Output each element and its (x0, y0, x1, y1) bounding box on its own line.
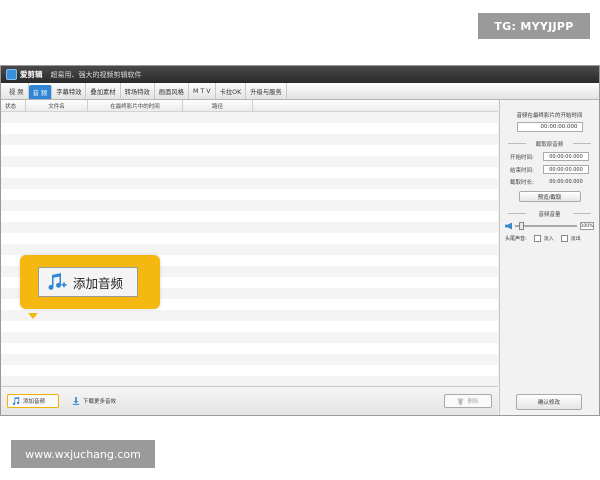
tab-karaoke[interactable]: 卡拉OK (216, 83, 247, 99)
table-row (1, 178, 498, 189)
fade-in-checkbox[interactable] (533, 235, 541, 242)
table-row (1, 321, 498, 332)
music-note-icon (12, 397, 20, 405)
table-row (1, 332, 498, 343)
table-row (1, 233, 498, 244)
table-row (1, 211, 498, 222)
table-row (1, 343, 498, 354)
app-subtitle: 超易用、强大的视频剪辑软件 (50, 70, 142, 79)
start-time-in-movie-field[interactable]: 00:00:00.000 (516, 122, 583, 132)
app-logo-icon (6, 69, 17, 80)
tab-upgrade-service[interactable]: 升级与服务 (246, 83, 287, 99)
download-more-effects-button[interactable]: 下载更多音效 (67, 394, 129, 408)
callout-add-audio-button[interactable]: 添加音频 (38, 267, 138, 297)
fade-out-label: 淡出 (570, 236, 581, 242)
trash-icon (458, 398, 464, 405)
volume-slider[interactable] (515, 222, 577, 230)
column-time-in-movie[interactable]: 在最终影片中的时间 (88, 100, 183, 111)
callout-pointer (28, 313, 38, 319)
table-row (1, 222, 498, 233)
title-bar: 爱剪辑 超易用、强大的视频剪辑软件 (1, 66, 599, 83)
clip-audio-heading: 截取原音频 (500, 140, 599, 148)
table-row (1, 156, 498, 167)
clip-end-label: 结束时间: (510, 167, 534, 174)
preview-clip-button[interactable]: 预览/截取 (518, 191, 581, 202)
clip-duration-row: 截取时长: 00:00:00.000 (500, 178, 599, 186)
add-audio-button[interactable]: 添加音频 (7, 394, 59, 408)
bottom-toolbar: 添加音频 下载更多音效 删除 (1, 386, 498, 415)
clip-end-field[interactable]: 00:00:00.000 (543, 165, 589, 174)
fade-out-checkbox[interactable] (560, 235, 568, 242)
column-path[interactable]: 路径 (183, 100, 253, 111)
table-row (1, 310, 498, 321)
fade-row: 头尾声音: 淡入 淡出 (500, 235, 599, 242)
table-row (1, 112, 498, 123)
delete-label: 删除 (467, 399, 479, 405)
tab-picture-style[interactable]: 画面风格 (155, 83, 189, 99)
volume-heading: 音频音量 (500, 210, 599, 218)
app-name: 爱剪辑 (20, 70, 43, 79)
volume-row: 100% (500, 222, 599, 230)
table-row (1, 134, 498, 145)
volume-percent[interactable]: 100% (580, 222, 594, 230)
fade-label: 头尾声音: (505, 236, 527, 242)
tab-audio[interactable]: 音 频 (28, 85, 53, 99)
main-tabs: 视 频 音 频 字幕特效 叠加素材 转场特效 画面风格 M T V 卡拉OK 升… (1, 83, 599, 100)
add-audio-label: 添加音频 (23, 399, 46, 405)
column-filename[interactable]: 文件名 (26, 100, 88, 111)
download-more-label: 下载更多音效 (83, 399, 117, 405)
callout-label: 添加音频 (73, 275, 124, 291)
tab-mtv[interactable]: M T V (189, 83, 216, 99)
table-row (1, 244, 498, 255)
tab-video[interactable]: 视 频 (5, 83, 29, 99)
table-row (1, 167, 498, 178)
clip-start-field[interactable]: 00:00:00.000 (543, 152, 589, 161)
add-audio-callout: 添加音频 (20, 255, 160, 309)
table-row (1, 145, 498, 156)
clip-duration-value: 00:00:00.000 (549, 179, 583, 185)
tab-overlay-materials[interactable]: 叠加素材 (86, 83, 121, 99)
app-window: 爱剪辑 超易用、强大的视频剪辑软件 视 频 音 频 字幕特效 叠加素材 转场特效… (0, 65, 600, 416)
volume-slider-handle[interactable] (518, 222, 524, 230)
fade-in-label: 淡入 (543, 236, 554, 242)
column-status[interactable]: 状态 (1, 100, 26, 111)
table-row (1, 365, 498, 376)
confirm-changes-button[interactable]: 确认修改 (516, 394, 582, 410)
table-row (1, 189, 498, 200)
audio-table-body[interactable] (1, 112, 498, 387)
clip-start-row: 开始时间: 00:00:00.000 (500, 152, 599, 161)
clip-end-row: 结束时间: 00:00:00.000 (500, 165, 599, 174)
table-row (1, 354, 498, 365)
download-icon (72, 397, 80, 405)
watermark-bottom: www.wxjuchang.com (11, 440, 155, 468)
speaker-icon (505, 222, 512, 230)
clip-start-label: 开始时间: (510, 154, 534, 161)
table-row (1, 200, 498, 211)
tab-transitions[interactable]: 转场特效 (121, 83, 155, 99)
clip-duration-label: 截取时长: (510, 180, 534, 186)
watermark-top: TG: MYYJJPP (478, 13, 590, 39)
delete-button[interactable]: 删除 (444, 394, 492, 408)
table-header: 状态 文件名 在最终影片中的时间 路径 (1, 100, 498, 112)
table-row (1, 123, 498, 134)
start-time-title: 音频在最终影片的开始时间 (516, 113, 583, 119)
tab-subtitle-effects[interactable]: 字幕特效 (52, 83, 87, 99)
audio-properties-panel: 音频在最终影片的开始时间 00:00:00.000 截取原音频 开始时间: 00… (499, 100, 599, 415)
music-note-plus-icon (48, 273, 67, 290)
